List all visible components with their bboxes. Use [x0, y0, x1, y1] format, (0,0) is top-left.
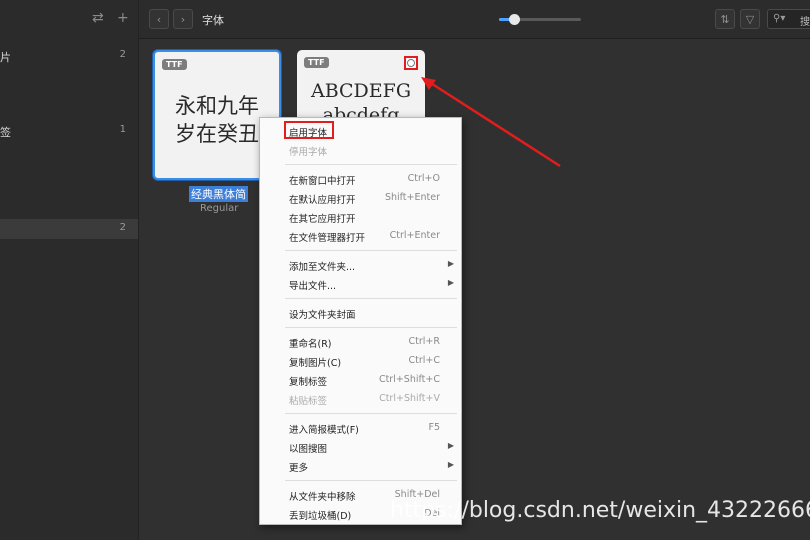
- watermark: https://blog.csdn.net/weixin_43222666: [390, 498, 810, 523]
- annotation-arrow: [421, 77, 561, 168]
- arrow-line: [425, 78, 561, 168]
